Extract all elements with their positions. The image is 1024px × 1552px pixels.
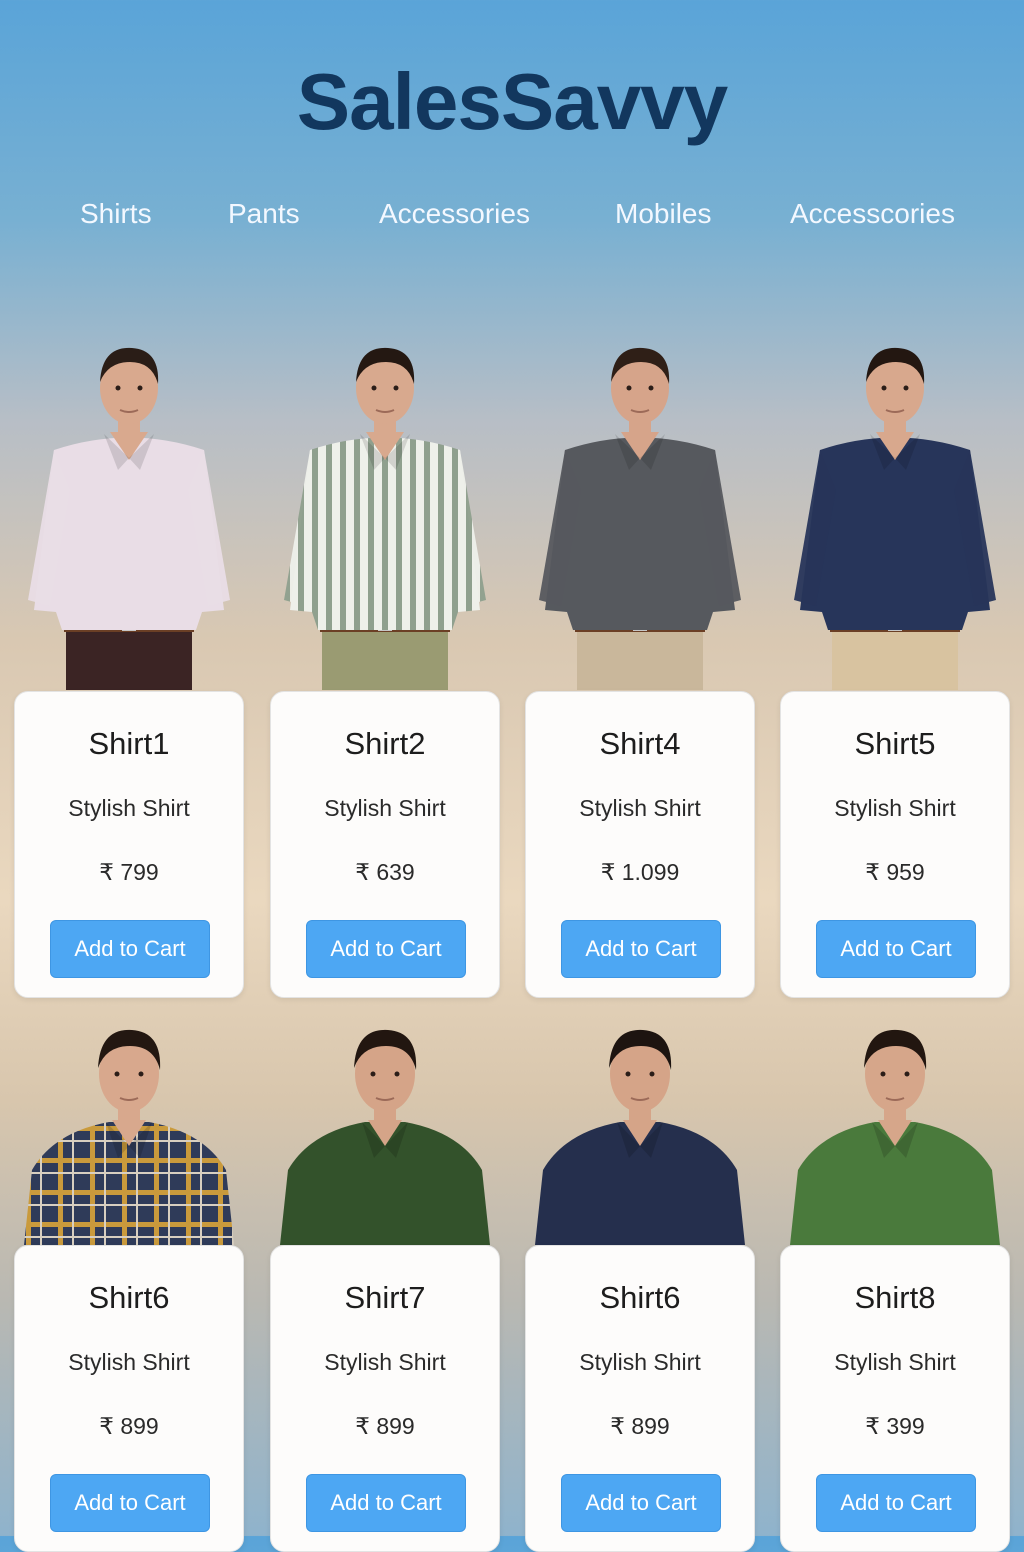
- product-image[interactable]: [14, 1020, 244, 1245]
- product-name: Shirt6: [88, 1280, 170, 1315]
- product-info: Shirt4 Stylish Shirt ₹ 1.099 Add to Cart: [525, 691, 755, 998]
- product-info: Shirt6 Stylish Shirt ₹ 899 Add to Cart: [525, 1245, 755, 1552]
- add-to-cart-button[interactable]: Add to Cart: [561, 920, 721, 978]
- nav-item-pants[interactable]: Pants: [228, 198, 300, 230]
- product-name: Shirt8: [854, 1280, 936, 1315]
- product-name: Shirt2: [344, 726, 426, 761]
- add-to-cart-button[interactable]: Add to Cart: [306, 1474, 466, 1532]
- product-image[interactable]: [780, 330, 1010, 690]
- product-description: Stylish Shirt: [834, 795, 956, 821]
- add-to-cart-button[interactable]: Add to Cart: [816, 920, 976, 978]
- product-image[interactable]: [270, 330, 500, 690]
- product-info: Shirt6 Stylish Shirt ₹ 899 Add to Cart: [14, 1245, 244, 1552]
- product-info: Shirt2 Stylish Shirt ₹ 639 Add to Cart: [270, 691, 500, 998]
- product-info: Shirt7 Stylish Shirt ₹ 899 Add to Cart: [270, 1245, 500, 1552]
- product-name: Shirt6: [599, 1280, 681, 1315]
- brand-logo[interactable]: SalesSavvy: [0, 56, 1024, 148]
- product-price: ₹ 899: [610, 1413, 670, 1439]
- product-info: Shirt8 Stylish Shirt ₹ 399 Add to Cart: [780, 1245, 1010, 1552]
- product-name: Shirt7: [344, 1280, 426, 1315]
- product-image[interactable]: [270, 1020, 500, 1245]
- product-price: ₹ 399: [865, 1413, 925, 1439]
- add-to-cart-button[interactable]: Add to Cart: [816, 1474, 976, 1532]
- nav-item-accessories-2[interactable]: Accesscories: [790, 198, 955, 230]
- product-description: Stylish Shirt: [68, 795, 190, 821]
- nav-item-accessories[interactable]: Accessories: [379, 198, 530, 230]
- add-to-cart-button[interactable]: Add to Cart: [50, 920, 210, 978]
- product-info: Shirt5 Stylish Shirt ₹ 959 Add to Cart: [780, 691, 1010, 998]
- product-name: Shirt1: [88, 726, 170, 761]
- product-info: Shirt1 Stylish Shirt ₹ 799 Add to Cart: [14, 691, 244, 998]
- product-price: ₹ 959: [865, 859, 925, 885]
- product-price: ₹ 1.099: [600, 859, 680, 885]
- product-description: Stylish Shirt: [68, 1349, 190, 1375]
- add-to-cart-button[interactable]: Add to Cart: [306, 920, 466, 978]
- product-price: ₹ 799: [99, 859, 159, 885]
- product-price: ₹ 899: [99, 1413, 159, 1439]
- add-to-cart-button[interactable]: Add to Cart: [50, 1474, 210, 1532]
- product-description: Stylish Shirt: [834, 1349, 956, 1375]
- product-image[interactable]: [525, 330, 755, 690]
- add-to-cart-button[interactable]: Add to Cart: [561, 1474, 721, 1532]
- product-price: ₹ 639: [355, 859, 415, 885]
- product-description: Stylish Shirt: [579, 1349, 701, 1375]
- product-image[interactable]: [14, 330, 244, 690]
- product-name: Shirt5: [854, 726, 936, 761]
- category-nav: Shirts Pants Accessories Mobiles Accessc…: [0, 198, 1024, 242]
- product-name: Shirt4: [599, 726, 681, 761]
- product-description: Stylish Shirt: [324, 795, 446, 821]
- product-price: ₹ 899: [355, 1413, 415, 1439]
- product-description: Stylish Shirt: [324, 1349, 446, 1375]
- product-description: Stylish Shirt: [579, 795, 701, 821]
- product-image[interactable]: [780, 1020, 1010, 1245]
- nav-item-shirts[interactable]: Shirts: [80, 198, 152, 230]
- product-image[interactable]: [525, 1020, 755, 1245]
- nav-item-mobiles[interactable]: Mobiles: [615, 198, 711, 230]
